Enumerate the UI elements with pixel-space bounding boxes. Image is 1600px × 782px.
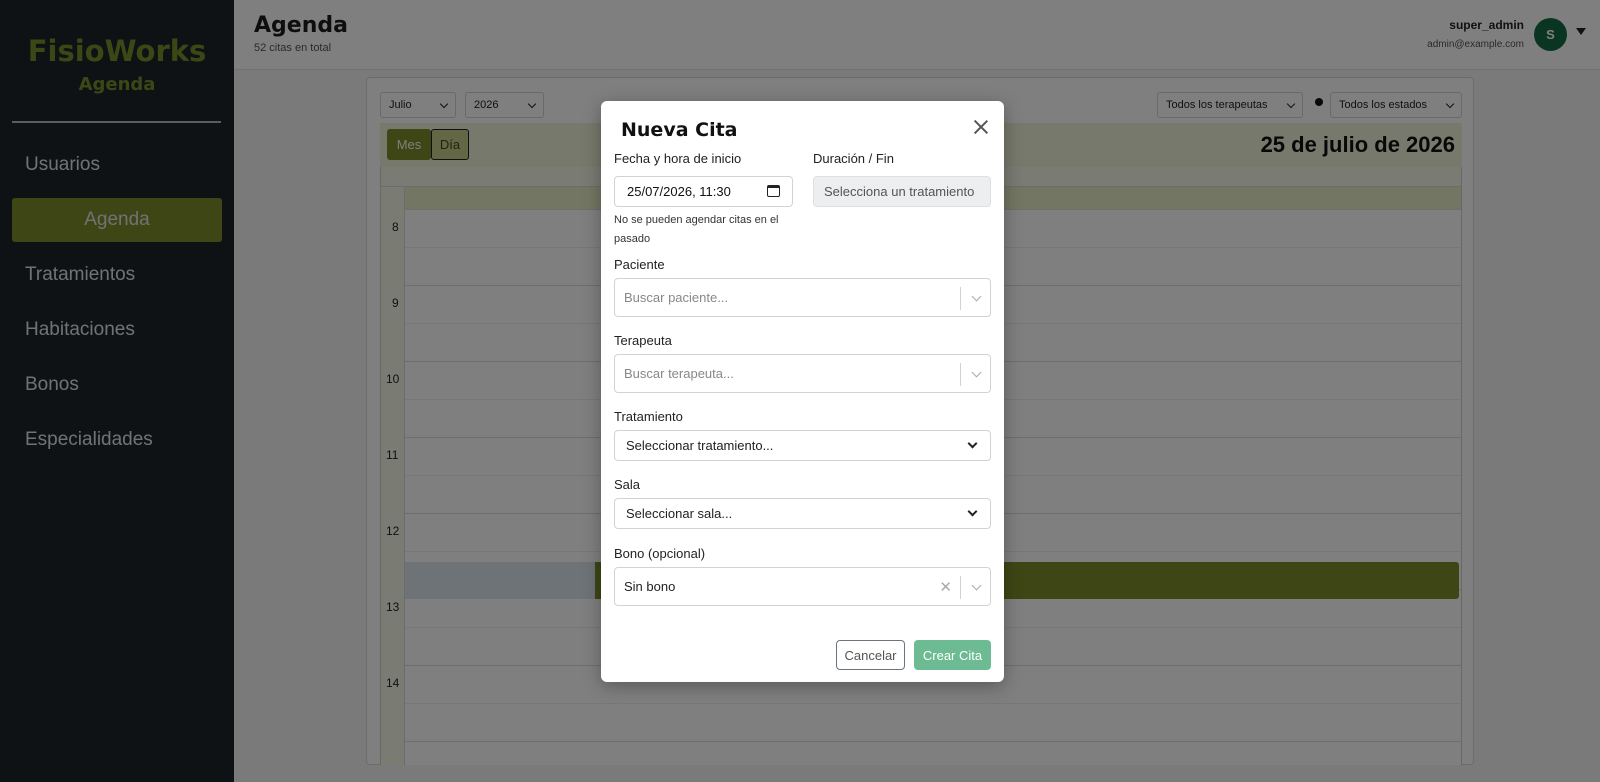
bono-select-value: Sin bono xyxy=(624,579,676,594)
chevron-down-icon xyxy=(967,506,978,517)
select-separator xyxy=(960,287,961,310)
patient-placeholder: Buscar paciente... xyxy=(624,290,729,305)
therapist-label: Terapeuta xyxy=(614,333,672,348)
bono-label: Bono (opcional) xyxy=(614,546,706,561)
cancel-button[interactable]: Cancelar xyxy=(836,640,905,670)
clear-icon[interactable]: ✕ xyxy=(939,578,952,596)
therapist-placeholder: Buscar terapeuta... xyxy=(624,366,734,381)
select-separator xyxy=(960,363,961,386)
start-help-text: No se pueden agendar citas en el pasado xyxy=(614,214,779,245)
chevron-down-icon[interactable] xyxy=(971,580,982,591)
bono-select[interactable]: Sin bono ✕ xyxy=(614,567,991,606)
chevron-down-icon[interactable] xyxy=(971,367,982,378)
create-appointment-button[interactable]: Crear Cita xyxy=(914,640,991,670)
select-separator xyxy=(960,576,961,599)
close-icon[interactable] xyxy=(970,116,992,138)
patient-label: Paciente xyxy=(614,257,665,272)
treatment-select-value: Seleccionar tratamiento... xyxy=(626,438,774,453)
duration-label: Duración / Fin xyxy=(813,151,894,166)
treatment-select[interactable]: Seleccionar tratamiento... xyxy=(614,430,991,461)
modal-title: Nueva Cita xyxy=(621,119,738,141)
new-appointment-modal: Nueva Cita Fecha y hora de inicio 25/07/… xyxy=(601,101,1004,682)
room-label: Sala xyxy=(614,477,641,492)
duration-field: Selecciona un tratamiento xyxy=(813,176,991,207)
room-select-value: Seleccionar sala... xyxy=(626,506,733,521)
start-datetime-value: 25/07/2026, 11:30 xyxy=(627,184,731,199)
start-label: Fecha y hora de inicio xyxy=(614,151,742,166)
patient-search-select[interactable]: Buscar paciente... xyxy=(614,278,991,317)
room-select[interactable]: Seleccionar sala... xyxy=(614,498,991,529)
start-datetime-input[interactable]: 25/07/2026, 11:30 xyxy=(614,176,793,207)
chevron-down-icon[interactable] xyxy=(971,291,982,302)
chevron-down-icon xyxy=(967,438,978,449)
treatment-label: Tratamiento xyxy=(614,409,683,424)
therapist-search-select[interactable]: Buscar terapeuta... xyxy=(614,354,991,393)
calendar-icon[interactable] xyxy=(767,185,780,197)
